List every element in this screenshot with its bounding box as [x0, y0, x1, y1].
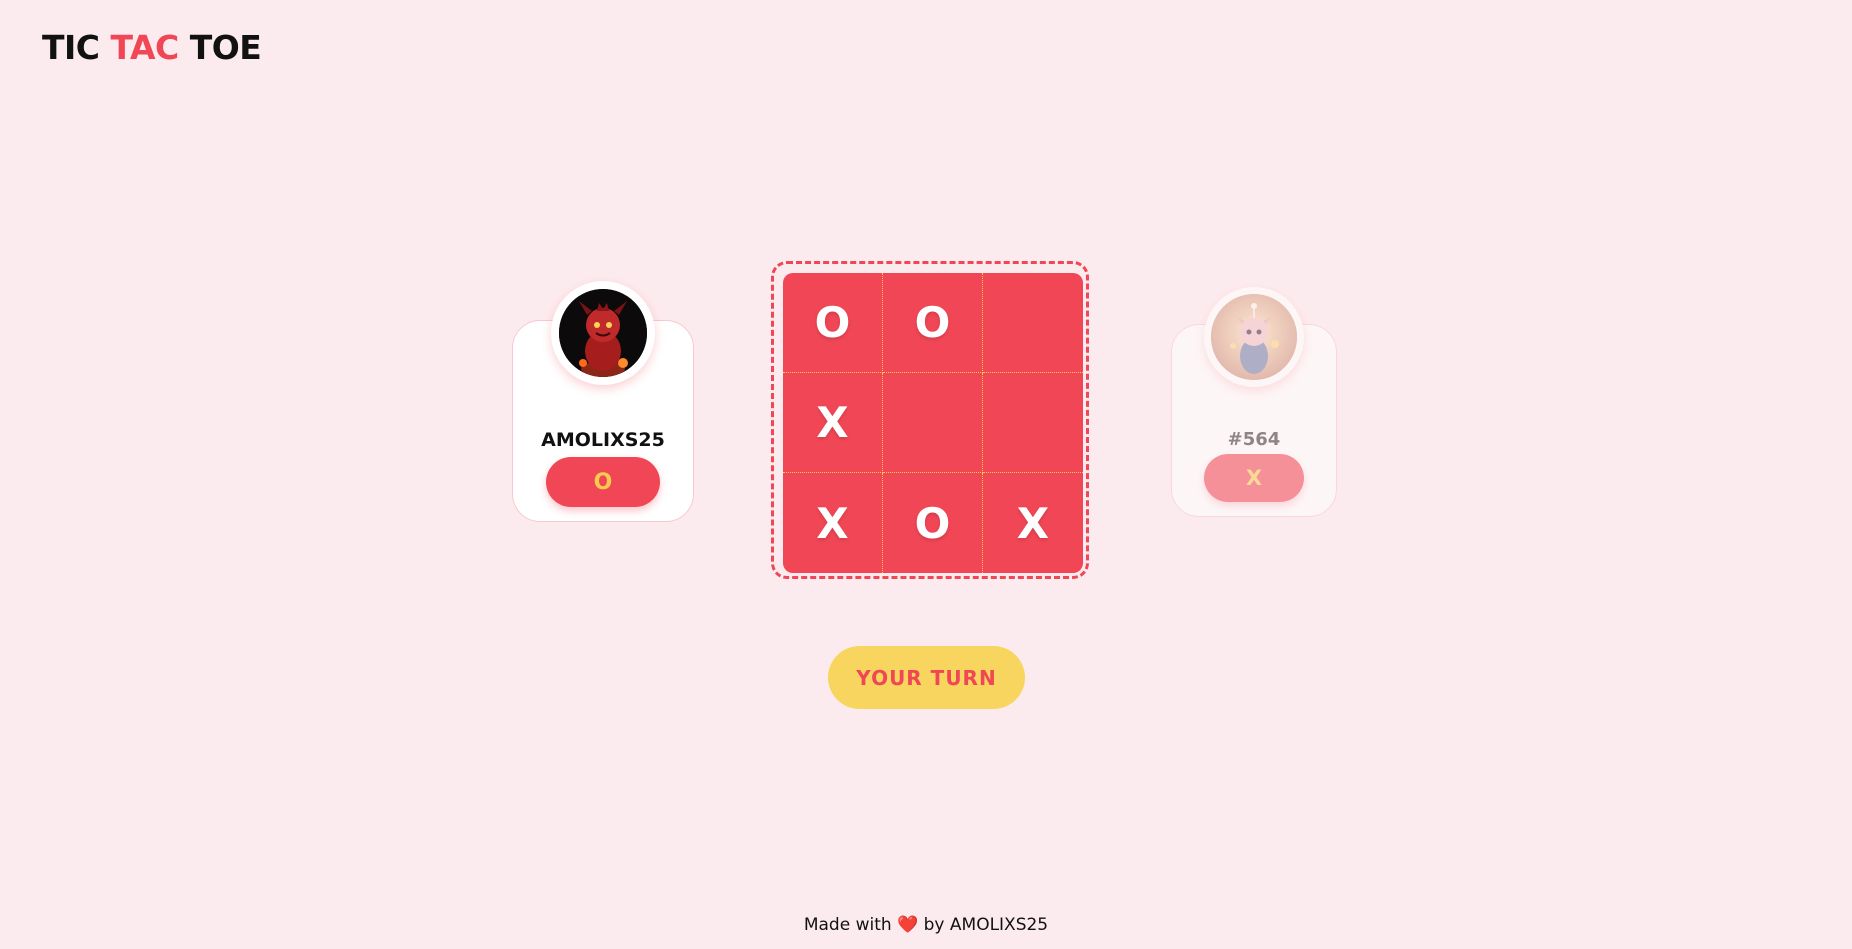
logo-tac: TAC [110, 28, 180, 67]
board-cell-3[interactable] [983, 273, 1083, 373]
board-cell-9[interactable]: X [983, 473, 1083, 573]
logo-tic: TIC [42, 28, 111, 67]
board-cell-6[interactable] [983, 373, 1083, 473]
board-cell-8[interactable]: O [883, 473, 983, 573]
player-name-left: AMOLIXS25 [541, 429, 665, 451]
footer-prefix: Made with [803, 915, 892, 935]
player-name-right: #564 [1227, 429, 1281, 450]
board-cell-1[interactable]: O [783, 273, 883, 373]
red-devil-avatar-icon [559, 289, 647, 377]
board-cell-4[interactable]: X [783, 373, 883, 473]
footer-suffix: by AMOLIXS25 [923, 915, 1049, 935]
game-logo: TIC TAC TOE [42, 28, 262, 67]
game-board-frame: O O X X O X [771, 261, 1089, 579]
your-turn-button[interactable]: YOUR TURN [828, 646, 1025, 709]
board-cell-5[interactable] [883, 373, 983, 473]
game-board: O O X X O X [783, 273, 1083, 573]
player-symbol-right: X [1204, 454, 1304, 502]
board-cell-2[interactable]: O [883, 273, 983, 373]
player-avatar-ring [551, 281, 655, 385]
opponent-avatar-ring [1204, 287, 1304, 387]
player-card-left: AMOLIXS25 O [512, 281, 694, 522]
board-cell-7[interactable]: X [783, 473, 883, 573]
player-card-right: #564 X [1171, 287, 1337, 517]
glowing-creature-avatar-icon [1211, 294, 1297, 380]
heart-icon: ❤️ [897, 915, 919, 935]
player-symbol-left: O [546, 457, 660, 507]
logo-toe: TOE [178, 28, 262, 67]
footer: Made with ❤️ by AMOLIXS25 [0, 915, 1852, 935]
